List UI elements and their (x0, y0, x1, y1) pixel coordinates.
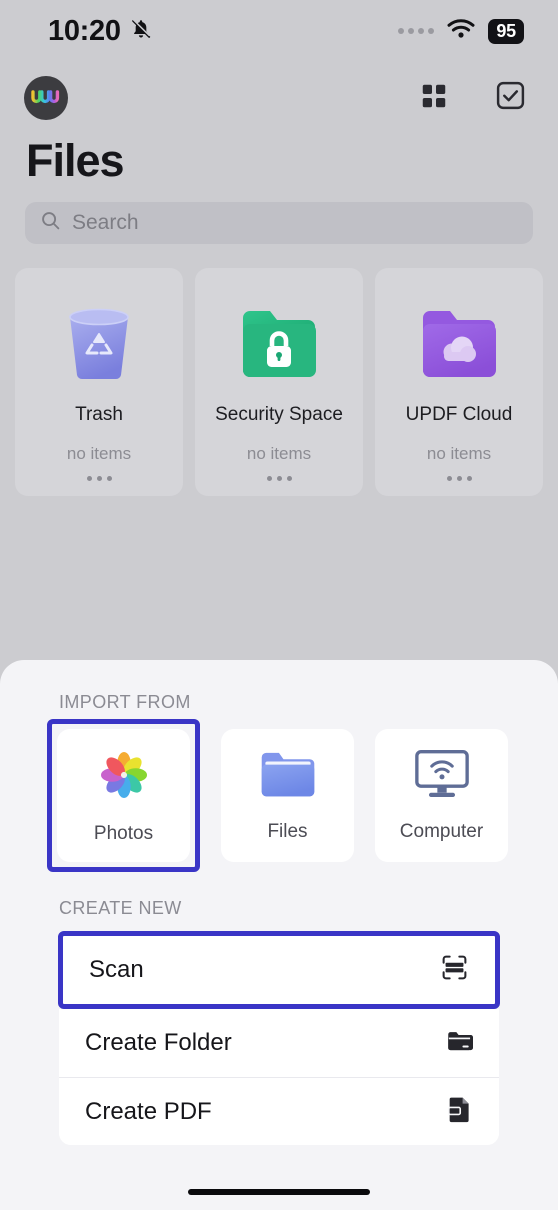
import-option-label: Computer (399, 821, 484, 842)
import-from-label: IMPORT FROM (59, 692, 191, 712)
home-indicator (188, 1189, 370, 1195)
create-option-create-folder[interactable]: Create Folder (59, 1009, 499, 1077)
files-app-icon (259, 749, 317, 807)
search-icon (40, 210, 61, 236)
folder-card-updf-cloud[interactable]: UPDF Cloud no items (375, 268, 543, 496)
photos-highlight-box: Photos (47, 719, 200, 872)
status-bar-left: 10:20 (48, 15, 152, 48)
computer-wifi-icon (412, 748, 472, 807)
new-pdf-icon (447, 1095, 473, 1128)
search-input[interactable]: Search (25, 202, 533, 244)
new-folder-icon (446, 1027, 473, 1059)
create-option-label: Create PDF (85, 1097, 212, 1125)
trash-bin-icon (56, 296, 142, 392)
nav-actions (419, 80, 526, 116)
import-option-photos[interactable]: Photos (57, 729, 190, 862)
checkbox-select-icon[interactable] (495, 80, 526, 116)
folder-item-count: no items (66, 444, 132, 463)
status-bar: 10:20 95 (0, 0, 558, 62)
folder-grid: Trash no items Security Space no items U… (15, 268, 543, 496)
search-placeholder: Search (72, 211, 139, 234)
folder-name: Security Space (215, 404, 343, 425)
status-time: 10:20 (48, 14, 121, 47)
more-options-icon[interactable] (86, 476, 112, 481)
create-option-label: Scan (89, 956, 144, 983)
folder-name: Trash (75, 404, 123, 425)
create-option-scan[interactable]: Scan (63, 936, 495, 1004)
page-title: Files (26, 135, 125, 186)
scan-document-icon (440, 953, 469, 987)
grid-view-icon[interactable] (419, 81, 449, 116)
signal-dots-icon (398, 28, 435, 34)
import-option-computer[interactable]: Computer (375, 729, 508, 862)
create-new-label: CREATE NEW (59, 898, 182, 918)
folder-item-count: no items (426, 444, 492, 463)
create-options-list: Create Folder Create PDF (59, 1009, 499, 1145)
battery-indicator: 95 (488, 18, 524, 44)
status-bar-right: 95 (398, 18, 524, 44)
import-option-label: Files (267, 820, 308, 842)
folder-card-security-space[interactable]: Security Space no items (195, 268, 363, 496)
more-options-icon[interactable] (266, 476, 292, 481)
bell-slash-icon (130, 18, 152, 45)
more-options-icon[interactable] (446, 476, 472, 481)
folder-card-trash[interactable]: Trash no items (15, 268, 183, 496)
folder-item-count: no items (246, 444, 312, 463)
photos-app-icon (95, 746, 153, 809)
scan-highlight-box: Scan (58, 931, 500, 1009)
create-option-create-pdf[interactable]: Create PDF (59, 1077, 499, 1145)
folder-name: UPDF Cloud (405, 404, 513, 425)
cloud-folder-icon (415, 296, 503, 392)
import-option-label: Photos (93, 823, 154, 844)
wifi-icon (447, 18, 475, 44)
import-option-files[interactable]: Files (221, 729, 354, 862)
import-bottom-sheet: IMPORT FROM Photos Files Computer CREATE… (0, 660, 558, 1210)
create-option-label: Create Folder (85, 1029, 232, 1056)
locked-folder-icon (235, 296, 323, 392)
user-avatar[interactable] (24, 76, 68, 120)
import-options-row: Photos Files Computer (0, 719, 558, 872)
app-nav-bar (0, 62, 558, 134)
